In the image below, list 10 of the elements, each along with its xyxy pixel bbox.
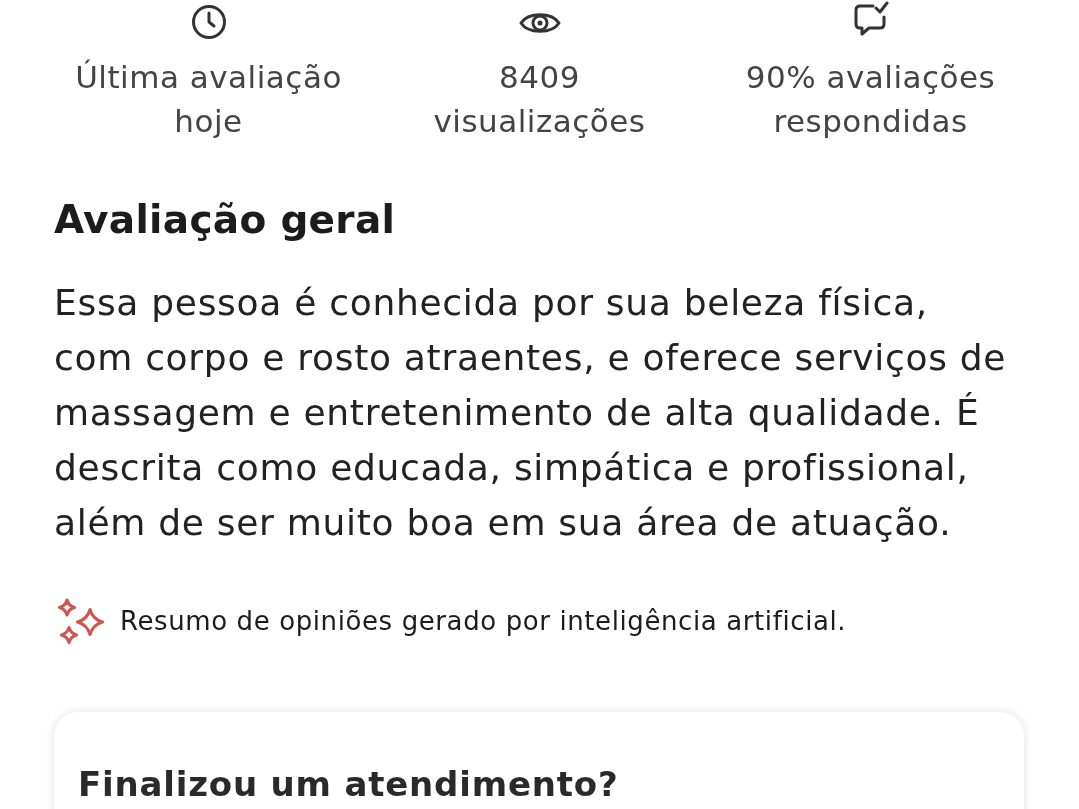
stat-text: 90% avaliações respondidas (745, 58, 996, 141)
stat-text: 8409 visualizações (433, 58, 646, 141)
sparkle-icon (58, 598, 104, 644)
clock-icon (190, 4, 227, 40)
stat-text: Última avaliação hoje (75, 58, 342, 141)
summary-text: Essa pessoa é conhecida por sua beleza física, com corpo e rosto atraentes, e oferece serviços de massagem e entretenimento de alta qualidade. É descrita como educada, simpática e profissional, além de ser muito boa em sua área de atuação. (54, 281, 1008, 545)
section-title: Avaliação geral (54, 197, 397, 243)
card-title: Finalizou um atendimento? (78, 764, 620, 804)
ai-note-text: Resumo de opiniões gerado por inteligência artificial. (120, 606, 847, 636)
chat-check-icon (852, 1, 889, 37)
